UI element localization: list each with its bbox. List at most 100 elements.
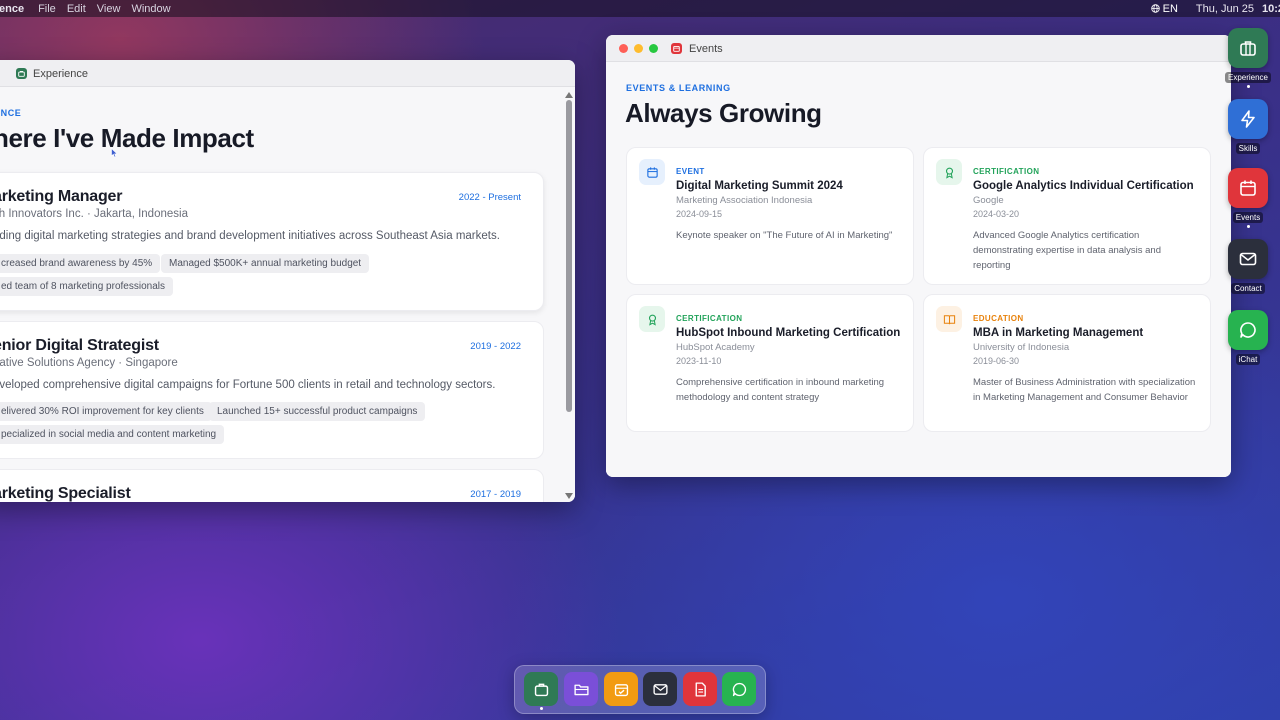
minimize-button[interactable] bbox=[634, 44, 643, 53]
job-title: arketing Manager bbox=[0, 188, 123, 205]
event-date: 2024-03-20 bbox=[973, 209, 1020, 219]
language-selector[interactable]: EN bbox=[1150, 2, 1178, 15]
events-content[interactable]: EVENTS & LEARNING Always Growing EVENT D… bbox=[606, 63, 1231, 477]
document-icon bbox=[695, 681, 706, 697]
window-title: Events bbox=[689, 43, 723, 55]
briefcase-icon[interactable] bbox=[1228, 28, 1268, 68]
chat-icon[interactable] bbox=[1228, 310, 1268, 350]
side-app-skills[interactable]: Skills bbox=[1228, 99, 1268, 154]
menu-app-name[interactable]: ence bbox=[0, 3, 24, 15]
menu-time: 10:2 bbox=[1262, 2, 1280, 15]
achievement-chip: Managed $500K+ annual marketing budget bbox=[161, 254, 370, 273]
experience-window: Experience ENCE here I've Made Impact ar… bbox=[0, 60, 575, 502]
award-icon bbox=[936, 159, 962, 185]
job-card: arketing Specialist 2017 - 2019 bbox=[0, 469, 544, 502]
dock-calendar[interactable] bbox=[604, 672, 638, 706]
event-card[interactable]: EVENT Digital Marketing Summit 2024 Mark… bbox=[626, 147, 914, 285]
event-description: Advanced Google Analytics certification … bbox=[973, 230, 1162, 271]
scroll-up-arrow[interactable] bbox=[565, 92, 573, 98]
scroll-down-arrow[interactable] bbox=[565, 493, 573, 499]
event-organization: Marketing Association Indonesia bbox=[676, 195, 813, 206]
mail-icon[interactable] bbox=[1228, 239, 1268, 279]
events-titlebar[interactable]: Events bbox=[606, 35, 1231, 62]
achievement-chip: elivered 30% ROI improvement for key cli… bbox=[0, 402, 212, 421]
page-title: here I've Made Impact bbox=[0, 123, 254, 153]
job-period: 2017 - 2019 bbox=[470, 489, 521, 500]
mouse-cursor-icon bbox=[111, 148, 118, 158]
calendar-check-icon bbox=[614, 683, 628, 696]
running-indicator bbox=[540, 707, 543, 710]
job-card: enior Digital Strategist eative Solution… bbox=[0, 321, 544, 459]
book-icon bbox=[936, 306, 962, 332]
event-date: 2019-06-30 bbox=[973, 356, 1020, 366]
event-description: Keynote speaker on "The Future of AI in … bbox=[676, 230, 893, 241]
close-button[interactable] bbox=[619, 44, 628, 53]
language-label: EN bbox=[1162, 2, 1178, 15]
event-date: 2023-11-10 bbox=[676, 356, 722, 366]
window-title: Experience bbox=[33, 68, 89, 80]
achievement-chip: ed team of 8 marketing professionals bbox=[0, 277, 173, 296]
job-description: eveloped comprehensive digital campaigns… bbox=[0, 379, 496, 391]
event-card[interactable]: EDUCATION MBA in Marketing Management Un… bbox=[923, 294, 1211, 432]
menu-window[interactable]: Window bbox=[131, 3, 170, 15]
job-card: arketing Manager ch Innovators Inc. · Ja… bbox=[0, 172, 544, 311]
globe-icon bbox=[1150, 4, 1160, 13]
event-card[interactable]: CERTIFICATION Google Analytics Individua… bbox=[923, 147, 1211, 285]
briefcase-icon bbox=[534, 683, 548, 696]
job-description: ading digital marketing strategies and b… bbox=[0, 230, 500, 242]
experience-titlebar[interactable]: Experience bbox=[0, 60, 575, 87]
event-title: Google Analytics Individual Certificatio… bbox=[973, 180, 1194, 192]
menu-edit[interactable]: Edit bbox=[67, 3, 86, 15]
menu-file[interactable]: File bbox=[38, 3, 56, 15]
experience-content[interactable]: ENCE here I've Made Impact arketing Mana… bbox=[0, 88, 562, 502]
briefcase-icon bbox=[16, 68, 27, 79]
folder-icon bbox=[573, 684, 589, 695]
event-organization: HubSpot Academy bbox=[676, 342, 755, 353]
job-title: arketing Specialist bbox=[0, 485, 131, 502]
job-period: 2019 - 2022 bbox=[470, 341, 521, 352]
scrollbar[interactable] bbox=[562, 88, 575, 502]
achievement-chip: creased brand awareness by 45% bbox=[0, 254, 161, 273]
job-company: ch Innovators Inc. · Jakarta, Indonesia bbox=[0, 208, 188, 220]
event-type: EDUCATION bbox=[973, 314, 1024, 323]
event-title: HubSpot Inbound Marketing Certification bbox=[676, 327, 901, 339]
maximize-button[interactable] bbox=[649, 44, 658, 53]
dock-ichat[interactable] bbox=[722, 672, 756, 706]
side-app-label: Experience bbox=[1224, 72, 1272, 83]
event-title: Digital Marketing Summit 2024 bbox=[676, 180, 843, 192]
event-organization: University of Indonesia bbox=[973, 342, 1070, 353]
calendar-icon bbox=[639, 159, 665, 185]
side-app-experience[interactable]: Experience bbox=[1224, 28, 1272, 88]
event-card[interactable]: CERTIFICATION HubSpot Inbound Marketing … bbox=[626, 294, 914, 432]
page-title: Always Growing bbox=[625, 98, 822, 128]
award-icon bbox=[639, 306, 665, 332]
menu-date: Thu, Jun 25 bbox=[1195, 2, 1254, 15]
event-organization: Google bbox=[973, 195, 1004, 206]
side-app-contact[interactable]: Contact bbox=[1228, 239, 1268, 294]
side-app-label: iChat bbox=[1235, 354, 1261, 365]
bottom-dock bbox=[514, 665, 766, 714]
event-type: CERTIFICATION bbox=[676, 314, 743, 323]
menu-view[interactable]: View bbox=[97, 3, 121, 15]
scroll-thumb[interactable] bbox=[566, 100, 572, 412]
job-title: enior Digital Strategist bbox=[0, 337, 159, 354]
event-description: Comprehensive certification in inbound m… bbox=[676, 377, 885, 403]
side-app-ichat[interactable]: iChat bbox=[1228, 310, 1268, 365]
menu-bar: ence File Edit View Window EN Thu, Jun 2… bbox=[0, 0, 1280, 17]
chat-icon bbox=[732, 682, 746, 696]
event-title: MBA in Marketing Management bbox=[973, 327, 1144, 339]
achievement-chip: pecialized in social media and content m… bbox=[0, 425, 225, 444]
dock-resume[interactable] bbox=[683, 672, 717, 706]
dock-projects[interactable] bbox=[564, 672, 598, 706]
side-app-events[interactable]: Events bbox=[1228, 168, 1268, 228]
dock-mail[interactable] bbox=[643, 672, 677, 706]
running-indicator bbox=[1246, 225, 1250, 228]
mail-icon bbox=[652, 683, 668, 695]
calendar-icon[interactable] bbox=[1228, 168, 1268, 208]
side-app-label: Skills bbox=[1235, 143, 1261, 154]
calendar-icon bbox=[671, 43, 682, 54]
achievement-chip: Launched 15+ successful product campaign… bbox=[209, 402, 426, 421]
lightning-icon[interactable] bbox=[1228, 99, 1268, 139]
section-eyebrow: ENCE bbox=[0, 108, 22, 118]
dock-experience[interactable] bbox=[524, 672, 558, 706]
